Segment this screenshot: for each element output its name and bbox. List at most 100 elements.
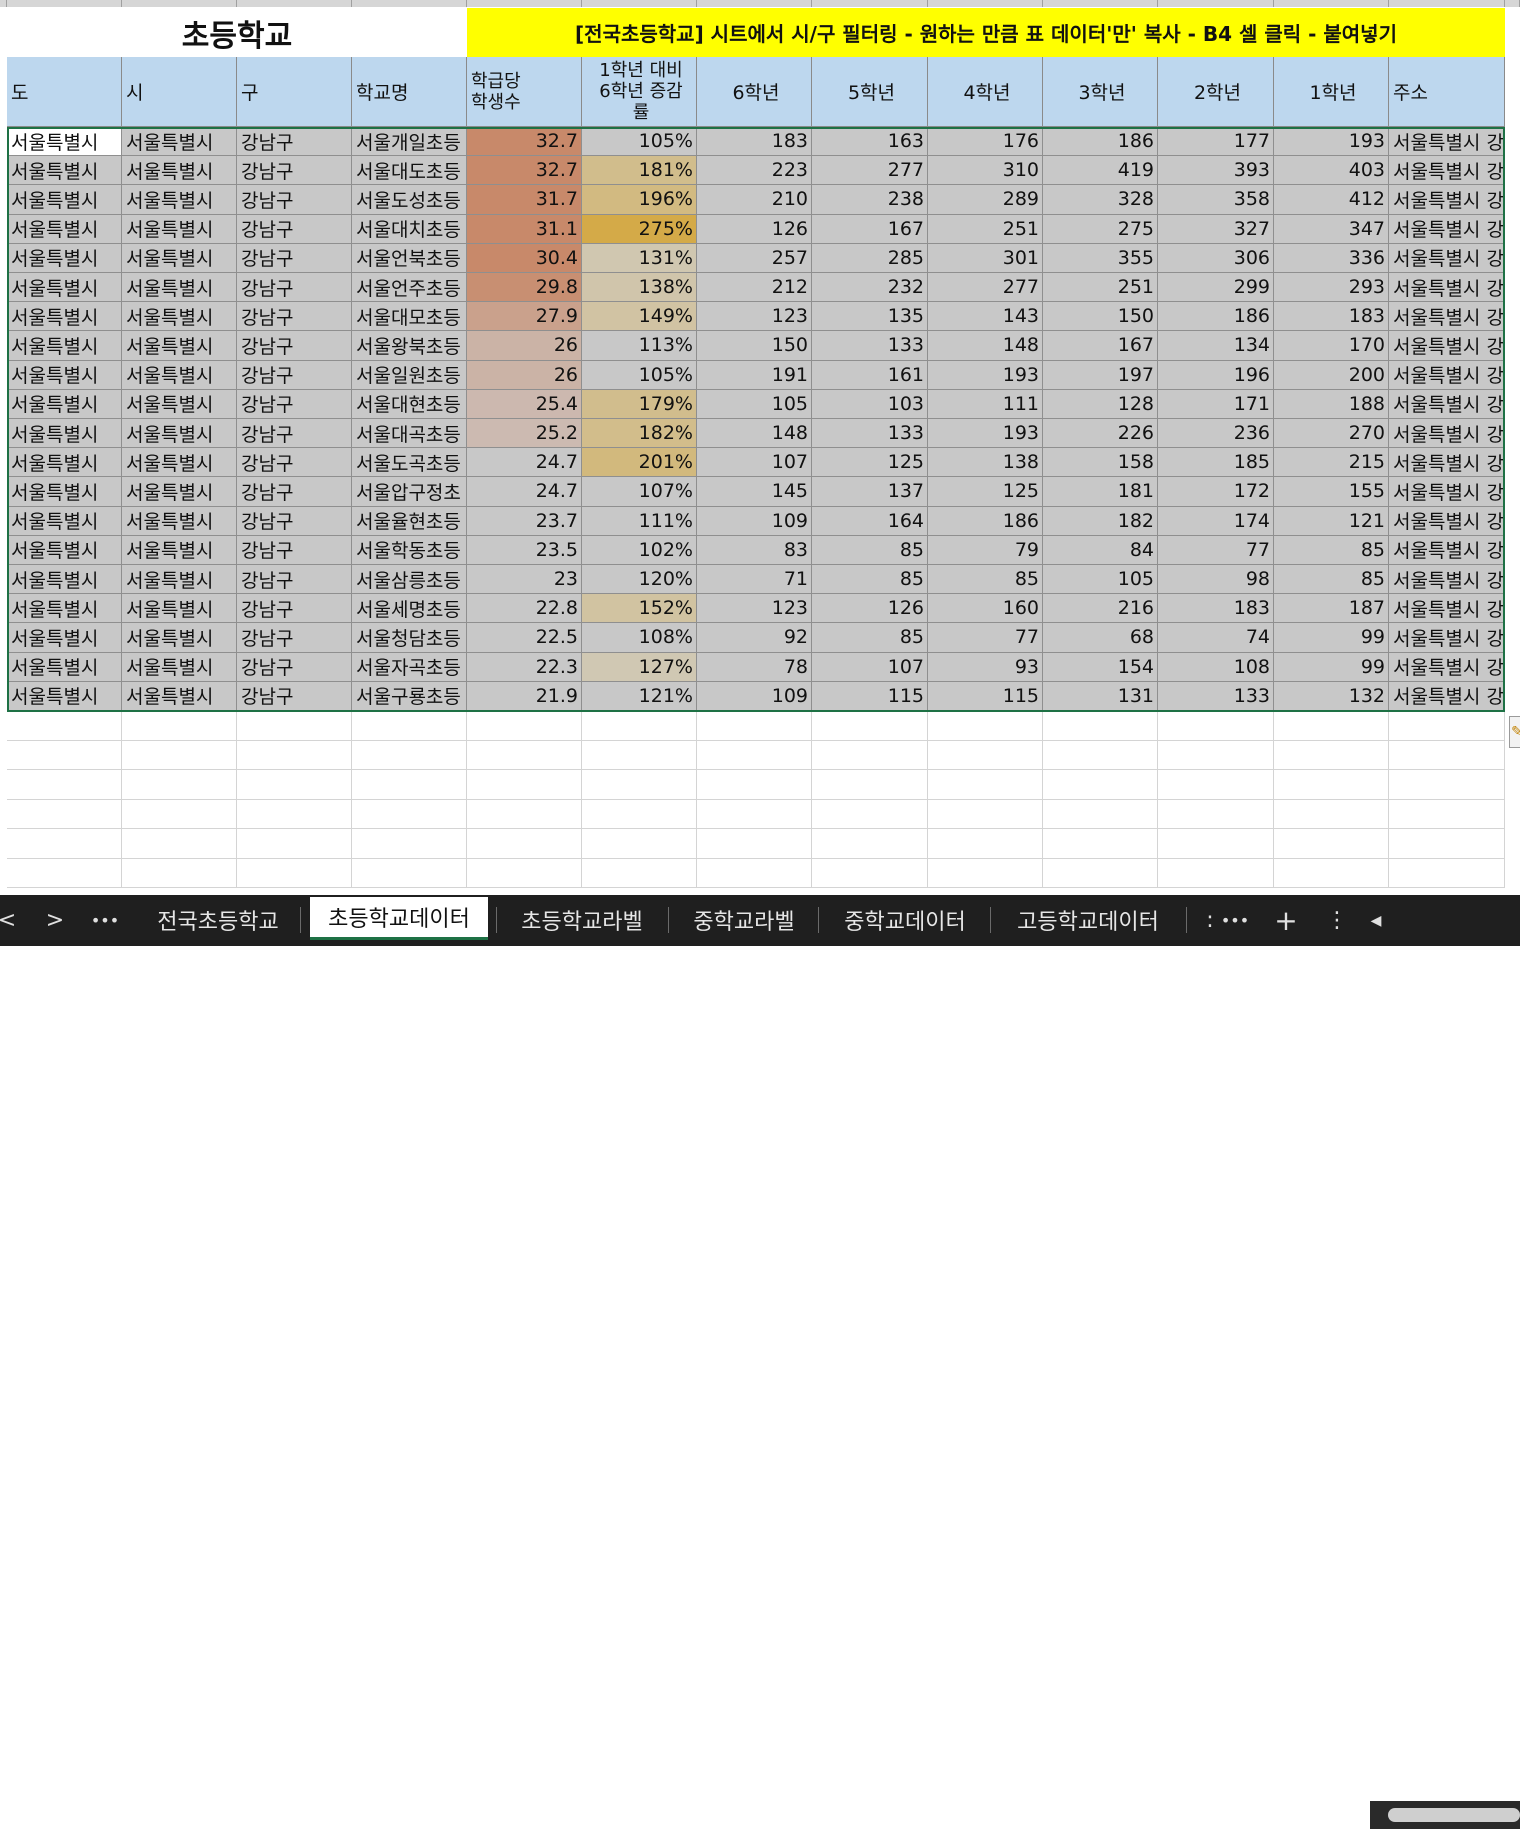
data-cell[interactable]: 108%	[582, 623, 697, 653]
empty-cell[interactable]	[1389, 711, 1505, 741]
data-cell[interactable]: 서울특별시 강	[1389, 477, 1505, 507]
data-cell[interactable]: 서울특별시	[122, 185, 237, 215]
data-cell[interactable]: 125	[928, 477, 1043, 507]
province-cell[interactable]: 서울특별시	[7, 331, 122, 361]
data-cell[interactable]: 164	[812, 506, 928, 536]
empty-cell[interactable]	[1274, 829, 1389, 859]
data-cell[interactable]: 150	[1043, 302, 1158, 332]
data-cell[interactable]: 251	[1043, 273, 1158, 303]
province-cell[interactable]: 서울특별시	[7, 127, 122, 157]
data-cell[interactable]: 179%	[582, 389, 697, 419]
school-name-cell[interactable]: 서울대현초등	[352, 389, 467, 419]
empty-cell[interactable]	[467, 829, 582, 859]
data-cell[interactable]: 서울특별시 강	[1389, 652, 1505, 682]
data-cell[interactable]: 182%	[582, 419, 697, 449]
empty-cell[interactable]	[122, 740, 237, 770]
data-cell[interactable]: 31.7	[467, 185, 582, 215]
data-cell[interactable]: 서울특별시 강	[1389, 448, 1505, 478]
data-cell[interactable]: 201%	[582, 448, 697, 478]
data-cell[interactable]: 167	[812, 214, 928, 244]
empty-cell[interactable]	[1274, 770, 1389, 800]
data-cell[interactable]: 서울특별시 강	[1389, 243, 1505, 273]
data-cell[interactable]: 275	[1043, 214, 1158, 244]
data-cell[interactable]: 126	[697, 214, 812, 244]
province-cell[interactable]: 서울특별시	[7, 506, 122, 536]
school-name-cell[interactable]: 서울왕북초등	[352, 331, 467, 361]
empty-cell[interactable]	[1158, 858, 1274, 888]
data-cell[interactable]: 강남구	[237, 565, 352, 595]
data-cell[interactable]: 서울특별시	[122, 535, 237, 565]
data-cell[interactable]: 275%	[582, 214, 697, 244]
empty-cell[interactable]	[697, 799, 812, 829]
empty-cell[interactable]	[582, 740, 697, 770]
data-cell[interactable]: 105	[1043, 565, 1158, 595]
empty-cell[interactable]	[1158, 829, 1274, 859]
empty-cell[interactable]	[237, 740, 352, 770]
header-cell[interactable]: 5학년	[812, 57, 928, 127]
school-name-cell[interactable]: 서울개일초등	[352, 127, 467, 157]
data-cell[interactable]: 서울특별시 강	[1389, 331, 1505, 361]
data-cell[interactable]: 193	[1274, 127, 1389, 157]
data-cell[interactable]: 서울특별시 강	[1389, 273, 1505, 303]
empty-cell[interactable]	[1389, 770, 1505, 800]
province-cell[interactable]: 서울특별시	[7, 477, 122, 507]
data-cell[interactable]: 서울특별시 강	[1389, 156, 1505, 186]
school-name-cell[interactable]: 서울구룡초등	[352, 681, 467, 711]
data-cell[interactable]: 서울특별시 강	[1389, 506, 1505, 536]
empty-cell[interactable]	[237, 829, 352, 859]
empty-cell[interactable]	[1043, 770, 1158, 800]
data-cell[interactable]: 강남구	[237, 360, 352, 390]
data-cell[interactable]: 22.3	[467, 652, 582, 682]
empty-cell[interactable]	[237, 858, 352, 888]
empty-cell[interactable]	[1274, 740, 1389, 770]
province-cell[interactable]: 서울특별시	[7, 389, 122, 419]
data-cell[interactable]: 306	[1158, 243, 1274, 273]
empty-cell[interactable]	[812, 740, 928, 770]
data-cell[interactable]: 181%	[582, 156, 697, 186]
data-cell[interactable]: 서울특별시 강	[1389, 681, 1505, 711]
data-cell[interactable]: 135	[812, 302, 928, 332]
empty-cell[interactable]	[467, 740, 582, 770]
empty-cell[interactable]	[237, 770, 352, 800]
tab-next-button[interactable]: >	[42, 903, 68, 937]
data-cell[interactable]: 강남구	[237, 506, 352, 536]
data-cell[interactable]: 109	[697, 506, 812, 536]
data-cell[interactable]: 347	[1274, 214, 1389, 244]
column-header[interactable]	[1043, 0, 1158, 7]
data-cell[interactable]: 310	[928, 156, 1043, 186]
data-cell[interactable]: 85	[1274, 565, 1389, 595]
school-name-cell[interactable]: 서울대도초등	[352, 156, 467, 186]
empty-cell[interactable]	[1043, 799, 1158, 829]
empty-cell[interactable]	[467, 770, 582, 800]
school-name-cell[interactable]: 서울세명초등	[352, 594, 467, 624]
empty-cell[interactable]	[122, 711, 237, 741]
data-cell[interactable]: 103	[812, 389, 928, 419]
data-cell[interactable]: 강남구	[237, 243, 352, 273]
header-cell[interactable]: 학교명	[352, 57, 467, 127]
empty-cell[interactable]	[697, 858, 812, 888]
province-cell[interactable]: 서울특별시	[7, 185, 122, 215]
data-cell[interactable]: 161	[812, 360, 928, 390]
empty-cell[interactable]	[352, 799, 467, 829]
empty-cell[interactable]	[1389, 829, 1505, 859]
data-cell[interactable]: 84	[1043, 535, 1158, 565]
data-cell[interactable]: 133	[812, 331, 928, 361]
school-name-cell[interactable]: 서울언북초등	[352, 243, 467, 273]
data-cell[interactable]: 412	[1274, 185, 1389, 215]
data-cell[interactable]: 123	[697, 302, 812, 332]
data-cell[interactable]: 185	[1158, 448, 1274, 478]
data-cell[interactable]: 176	[928, 127, 1043, 157]
province-cell[interactable]: 서울특별시	[7, 243, 122, 273]
column-header[interactable]	[352, 0, 467, 7]
data-cell[interactable]: 191	[697, 360, 812, 390]
data-cell[interactable]: 25.4	[467, 389, 582, 419]
empty-cell[interactable]	[812, 711, 928, 741]
data-cell[interactable]: 서울특별시 강	[1389, 535, 1505, 565]
empty-cell[interactable]	[7, 711, 122, 741]
scroll-left-icon[interactable]: ◀	[1366, 904, 1386, 938]
data-cell[interactable]: 277	[928, 273, 1043, 303]
empty-cell[interactable]	[1158, 799, 1274, 829]
sheet-tab[interactable]: 중학교데이터	[828, 900, 982, 940]
empty-cell[interactable]	[1043, 711, 1158, 741]
data-cell[interactable]: 서울특별시	[122, 331, 237, 361]
